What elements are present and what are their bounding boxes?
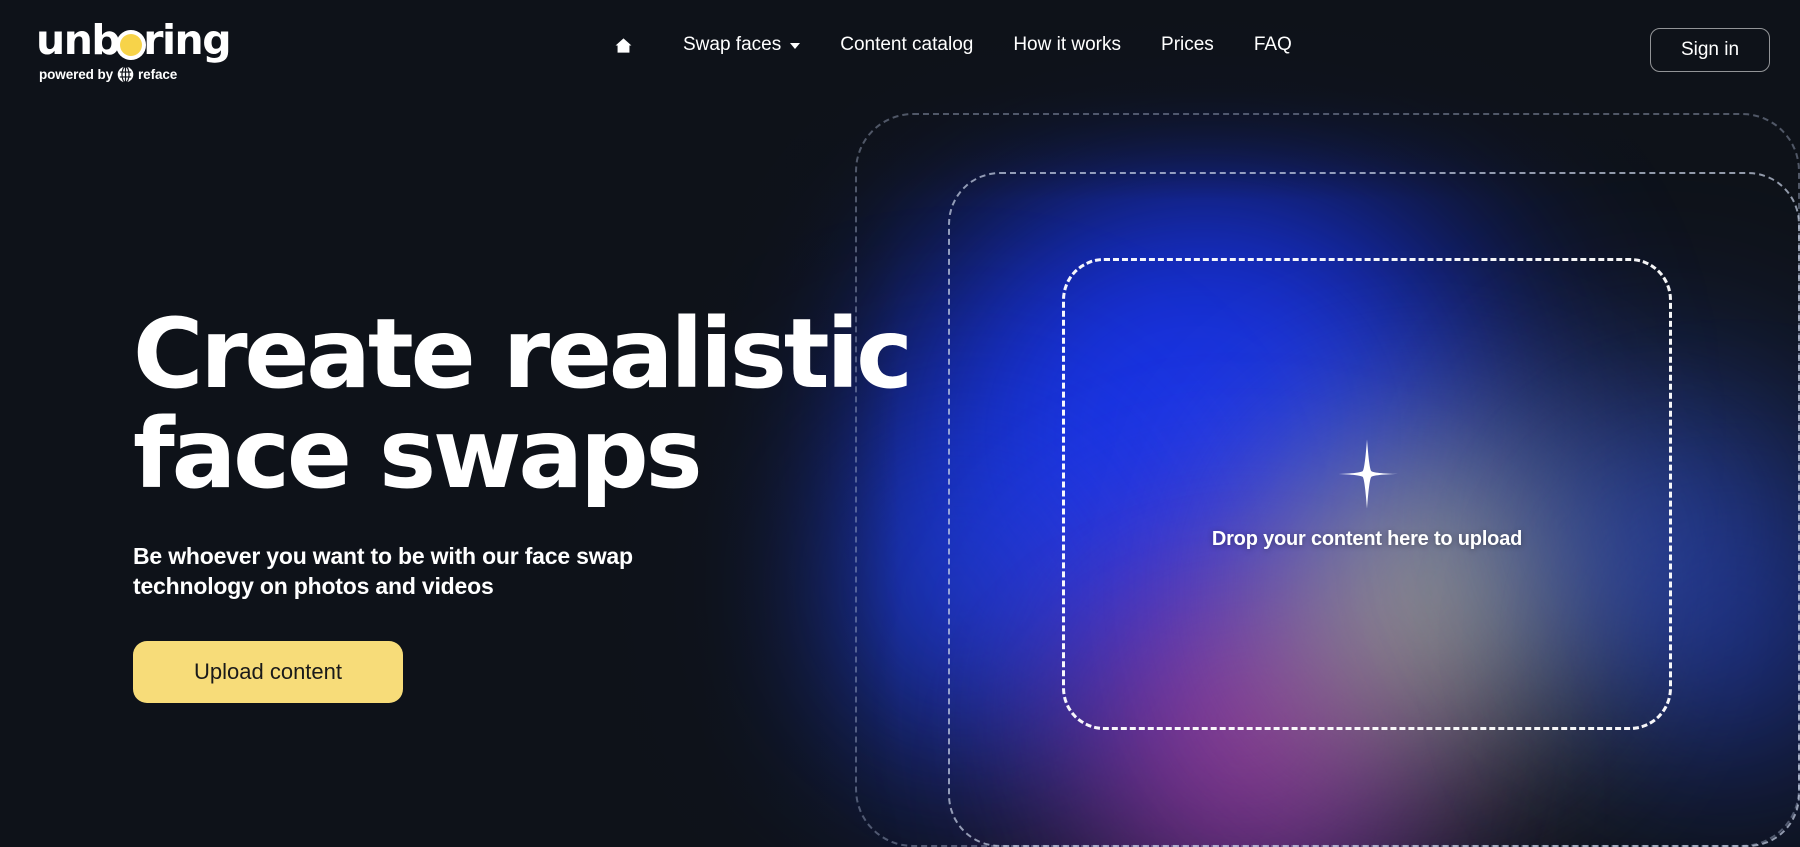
brand-name-part1: unb xyxy=(36,15,121,64)
brand-logo-wordmark: unb ring xyxy=(36,15,236,64)
reface-globe-icon xyxy=(117,66,134,83)
upload-dropzone[interactable]: Drop your content here to upload xyxy=(1062,258,1672,730)
brand-tagline: powered by reface xyxy=(39,66,236,83)
upload-content-button[interactable]: Upload content xyxy=(133,641,403,704)
main-navigation: Swap faces Content catalog How it works … xyxy=(608,0,1312,90)
home-icon xyxy=(615,37,631,53)
brand-tagline-prefix: powered by xyxy=(39,67,114,82)
nav-item-content-catalog[interactable]: Content catalog xyxy=(820,28,993,62)
dropzone-label: Drop your content here to upload xyxy=(1211,527,1523,550)
brand-logo-o-dot xyxy=(120,34,143,56)
nav-item-faq[interactable]: FAQ xyxy=(1234,28,1312,62)
nav-item-label: Swap faces xyxy=(683,34,782,55)
page-title: Create realistic face swaps xyxy=(133,298,913,510)
chevron-down-icon xyxy=(790,43,801,49)
nav-item-label: How it works xyxy=(1013,34,1122,55)
nav-item-label: Prices xyxy=(1161,34,1214,55)
brand-tagline-suffix: reface xyxy=(138,67,178,82)
hero-subtitle: Be whoever you want to be with our face … xyxy=(133,542,633,600)
nav-item-swap-faces[interactable]: Swap faces xyxy=(663,28,820,62)
nav-item-how-it-works[interactable]: How it works xyxy=(993,28,1141,62)
nav-home-icon[interactable] xyxy=(608,30,638,60)
nav-item-label: Content catalog xyxy=(840,34,974,55)
nav-item-label: FAQ xyxy=(1253,34,1292,55)
brand-logo[interactable]: unb ring powered by reface xyxy=(36,15,236,83)
nav-item-prices[interactable]: Prices xyxy=(1141,28,1234,62)
site-header: unb ring powered by reface Swap faces Co… xyxy=(0,0,1800,90)
sign-in-button[interactable]: Sign in xyxy=(1650,28,1770,72)
brand-name-part2: ring xyxy=(143,15,231,64)
plus-sparkle-icon xyxy=(1331,438,1403,510)
hero-content: Create realistic face swaps Be whoever y… xyxy=(133,298,953,704)
